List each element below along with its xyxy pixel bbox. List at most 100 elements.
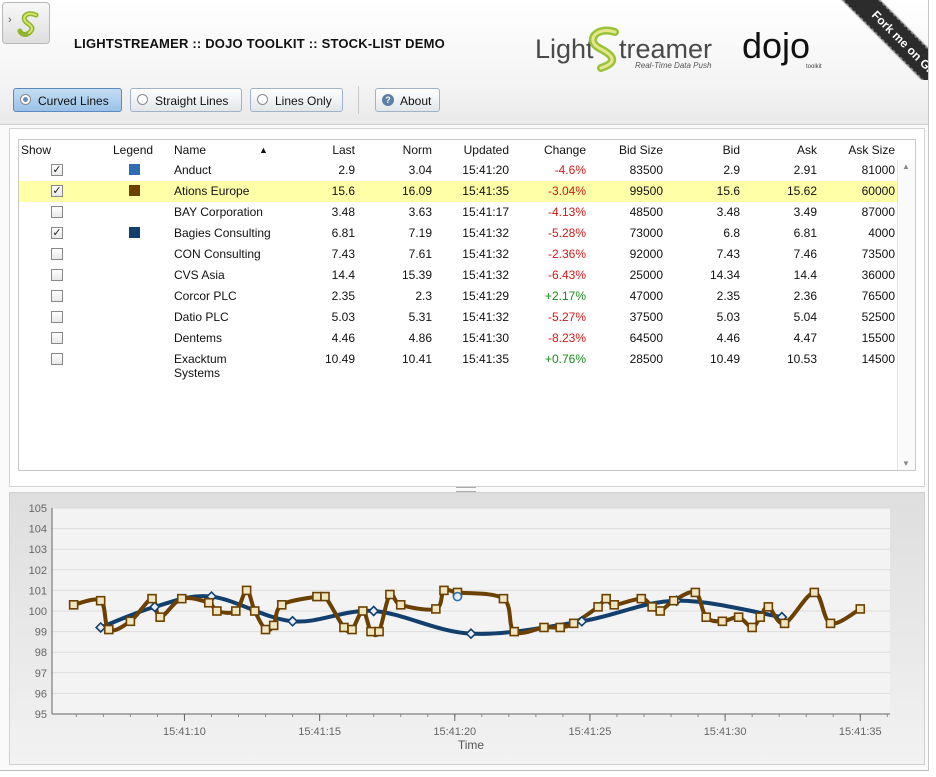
bid-size-value: 48500 bbox=[629, 205, 663, 219]
straight-lines-button[interactable]: Straight Lines bbox=[130, 88, 242, 112]
col-header-legend[interactable]: Legend bbox=[113, 143, 153, 157]
ls-logo-streamer: treamer bbox=[619, 34, 712, 64]
show-checkbox[interactable]: ✓ bbox=[51, 227, 63, 239]
bid-value: 2.9 bbox=[723, 163, 740, 177]
change-value: -2.36% bbox=[547, 247, 586, 261]
bid-value: 5.03 bbox=[716, 310, 740, 324]
updated-time: 15:41:35 bbox=[462, 352, 509, 366]
last-value: 2.9 bbox=[338, 163, 355, 177]
col-header-bid-size[interactable]: Bid Size bbox=[589, 143, 663, 157]
x-axis-label: Time bbox=[458, 738, 485, 752]
show-checkbox[interactable]: ✓ bbox=[51, 164, 63, 176]
table-row[interactable]: CVS Asia 14.4 15.39 15:41:32 -6.43% 25000 14.3… bbox=[19, 265, 897, 286]
table-row[interactable]: Datio PLC 5.03 5.31 15:41:32 -5.27% 37500 5.03… bbox=[19, 307, 897, 328]
table-row[interactable]: Exacktum 10.49 10.41 15:41:35 +0.76% 28500 10.… bbox=[19, 349, 897, 383]
y-tick-label: 96 bbox=[35, 688, 47, 700]
show-checkbox[interactable] bbox=[51, 353, 63, 365]
data-point bbox=[366, 626, 376, 637]
ask-value: 14.4 bbox=[793, 268, 817, 282]
data-point bbox=[755, 612, 766, 622]
curved-lines-button[interactable]: Curved Lines bbox=[13, 88, 122, 112]
table-row[interactable]: ✓ Anduct 2.9 3.04 15:41:20 -4.6% 83500 2.9 2.91 8… bbox=[19, 160, 897, 181]
data-point bbox=[347, 624, 357, 635]
norm-value: 3.63 bbox=[408, 205, 432, 219]
table-row[interactable]: Dentems 4.46 4.86 15:41:30 -8.23% 64500 4.46 4.… bbox=[19, 328, 897, 349]
table-row[interactable]: BAY Corporation 3.48 3.63 15:41:17 -4.13% 485… bbox=[19, 202, 897, 223]
data-point bbox=[155, 612, 165, 622]
y-tick-label: 98 bbox=[35, 647, 47, 659]
data-point bbox=[147, 593, 157, 604]
col-header-name[interactable]: Name bbox=[174, 143, 206, 157]
ask-value: 15.62 bbox=[786, 184, 817, 198]
data-point bbox=[855, 604, 866, 614]
col-header-last[interactable]: Last bbox=[289, 143, 355, 157]
show-checkbox[interactable] bbox=[51, 248, 63, 260]
norm-value: 16.09 bbox=[401, 184, 432, 198]
x-tick-label: 15:41:25 bbox=[569, 726, 612, 738]
data-point bbox=[668, 595, 679, 606]
norm-value: 15.39 bbox=[401, 268, 432, 282]
bid-size-value: 47000 bbox=[629, 289, 663, 303]
updated-time: 15:41:32 bbox=[462, 226, 509, 240]
col-header-ask-size[interactable]: Ask Size bbox=[819, 143, 895, 157]
app-window: › LIGHTSTREAMER :: DOJO TOOLKIT :: STOCK… bbox=[0, 0, 929, 771]
x-tick-label: 15:41:30 bbox=[704, 726, 747, 738]
col-header-norm[interactable]: Norm bbox=[364, 143, 432, 157]
data-point bbox=[701, 612, 711, 622]
change-value: -5.27% bbox=[547, 310, 586, 324]
ask-value: 4.47 bbox=[793, 331, 817, 345]
show-checkbox[interactable] bbox=[51, 332, 63, 344]
last-value: 14.4 bbox=[331, 268, 355, 282]
ask-size-value: 76500 bbox=[861, 289, 895, 303]
lines-only-label: Lines Only bbox=[275, 94, 332, 108]
col-header-bid[interactable]: Bid bbox=[669, 143, 740, 157]
data-point bbox=[276, 600, 287, 610]
show-checkbox[interactable] bbox=[51, 269, 63, 281]
data-point bbox=[763, 602, 774, 612]
table-row[interactable]: Corcor PLC 2.35 2.3 15:41:29 +2.17% 47000 2.35… bbox=[19, 286, 897, 307]
bid-value: 6.8 bbox=[723, 226, 740, 240]
data-point bbox=[260, 624, 271, 635]
ask-value: 2.36 bbox=[793, 289, 817, 303]
table-row[interactable]: ✓ Bagies Consulting 6.81 7.19 15:41:32 -5.28%… bbox=[19, 223, 897, 244]
show-checkbox[interactable]: ✓ bbox=[51, 185, 63, 197]
show-checkbox[interactable] bbox=[51, 206, 63, 218]
about-button[interactable]: ? About bbox=[375, 88, 440, 112]
stock-grid-panel: Show Legend Name ▲ Last Norm Updated Cha… bbox=[9, 128, 925, 487]
col-header-updated[interactable]: Updated bbox=[439, 143, 509, 157]
bid-size-value: 83500 bbox=[629, 163, 663, 177]
last-value: 3.48 bbox=[331, 205, 355, 219]
col-header-ask[interactable]: Ask bbox=[749, 143, 817, 157]
data-point bbox=[593, 602, 603, 612]
change-value: +2.17% bbox=[544, 289, 586, 303]
norm-value: 4.86 bbox=[408, 331, 432, 345]
data-point bbox=[555, 622, 566, 633]
show-checkbox[interactable] bbox=[51, 311, 63, 323]
toolbar: Curved Lines Straight Lines Lines Only ?… bbox=[0, 80, 928, 125]
data-point bbox=[747, 622, 757, 633]
sort-ascending-icon[interactable]: ▲ bbox=[259, 145, 268, 155]
grid-header: Show Legend Name ▲ Last Norm Updated Cha… bbox=[19, 140, 897, 160]
stock-name: Datio PLC bbox=[174, 310, 229, 324]
change-value: -4.13% bbox=[547, 205, 586, 219]
chevron-right-icon: › bbox=[8, 14, 12, 26]
ask-size-value: 81000 bbox=[861, 163, 895, 177]
ask-size-value: 15500 bbox=[861, 331, 895, 345]
grid-scrollbar[interactable]: ▲ ▼ bbox=[897, 160, 915, 470]
col-header-change[interactable]: Change bbox=[516, 143, 586, 157]
lines-only-button[interactable]: Lines Only bbox=[250, 88, 343, 112]
show-checkbox[interactable] bbox=[51, 290, 63, 302]
data-point bbox=[374, 626, 384, 637]
stock-name: Bagies Consulting bbox=[174, 226, 271, 240]
data-point bbox=[358, 606, 368, 616]
scroll-down-icon[interactable]: ▼ bbox=[902, 459, 910, 468]
data-point bbox=[68, 600, 79, 610]
change-value: -3.04% bbox=[547, 184, 586, 198]
col-header-show[interactable]: Show bbox=[21, 143, 51, 157]
bid-size-value: 99500 bbox=[629, 184, 663, 198]
table-row[interactable]: ✓ Ations Europe 15.6 16.09 15:41:35 -3.04% 995… bbox=[19, 181, 897, 202]
data-point bbox=[717, 616, 728, 627]
dock-toggle-button[interactable]: › bbox=[2, 2, 50, 44]
scroll-up-icon[interactable]: ▲ bbox=[902, 162, 910, 171]
table-row[interactable]: CON Consulting 7.43 7.61 15:41:32 -2.36% 9200… bbox=[19, 244, 897, 265]
